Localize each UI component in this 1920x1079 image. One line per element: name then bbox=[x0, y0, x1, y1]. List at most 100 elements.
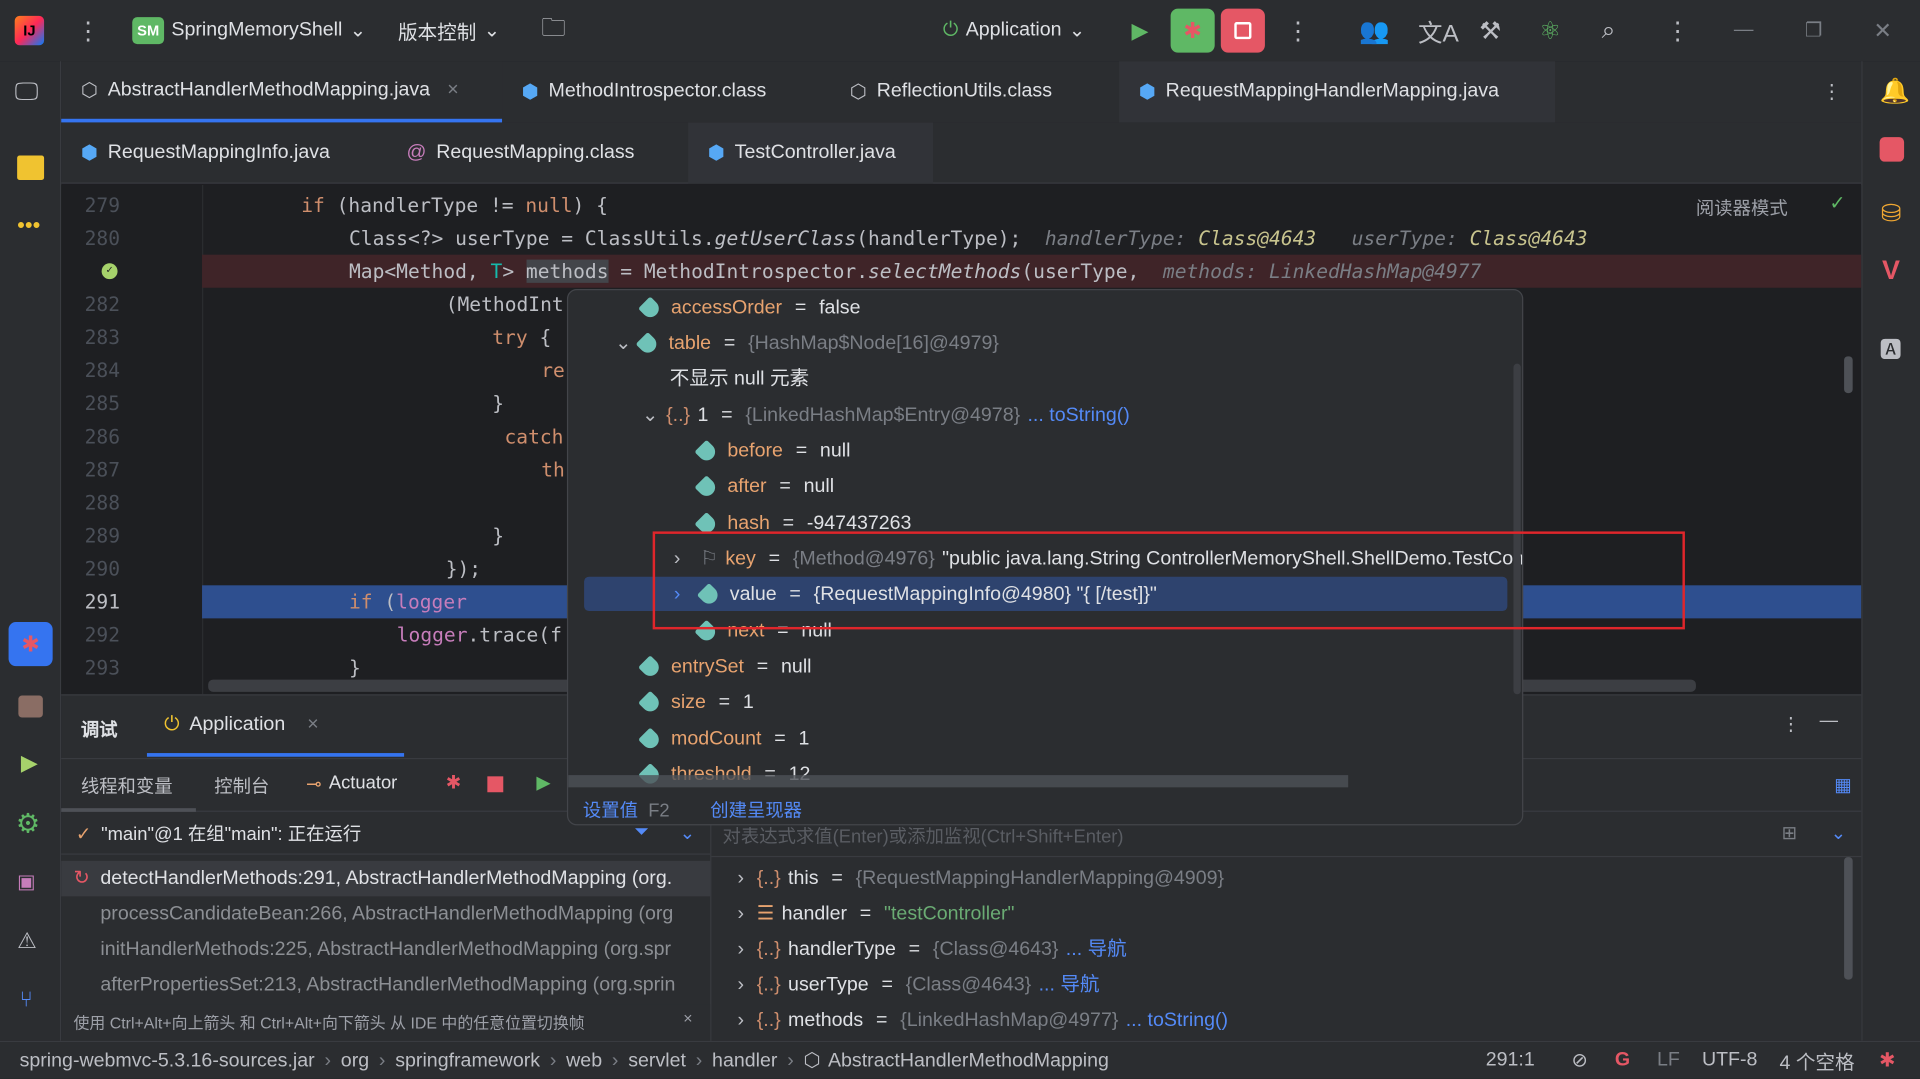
chevron-right-icon[interactable]: › bbox=[732, 967, 749, 1003]
more-actions-icon[interactable]: ⋮ bbox=[1286, 0, 1310, 61]
variable-row[interactable]: › {..} userType = {Class@4643} ... 导航 bbox=[732, 967, 1100, 1003]
main-menu-icon[interactable]: ⋮ bbox=[76, 0, 100, 61]
evaluate-expression-input[interactable]: 对表达式求值(Enter)或添加监视(Ctrl+Shift+Enter) bbox=[722, 823, 1123, 849]
close-tab-icon[interactable]: × bbox=[307, 713, 318, 735]
popup-row[interactable]: before = null bbox=[694, 433, 850, 469]
cursor-position[interactable]: 291:1 bbox=[1486, 1049, 1535, 1071]
add-watch-icon[interactable]: ⊞ bbox=[1782, 822, 1797, 844]
chevron-right-icon[interactable]: › bbox=[732, 861, 749, 897]
settings-menu-icon[interactable]: ⋮ bbox=[1665, 0, 1689, 61]
chevron-down-icon[interactable]: ⌄ bbox=[642, 398, 659, 434]
tab-actuator[interactable]: ⊸ Actuator bbox=[306, 773, 397, 795]
navigate-link[interactable]: ... 导航 bbox=[1039, 967, 1100, 1003]
close-window-button[interactable]: ✕ bbox=[1873, 0, 1891, 61]
stack-frame-current[interactable]: ↻ detectHandlerMethods:291, AbstractHandl… bbox=[61, 860, 711, 897]
rerun-debug-icon[interactable]: ✱ bbox=[446, 771, 461, 794]
popup-row[interactable]: modCount = 1 bbox=[638, 721, 809, 757]
popup-row[interactable]: size = 1 bbox=[638, 684, 754, 720]
stop-button[interactable] bbox=[1220, 8, 1265, 53]
hide-panel-icon[interactable]: — bbox=[1820, 710, 1838, 731]
vue-plugin-icon[interactable]: V bbox=[1882, 255, 1900, 287]
structure-icon[interactable] bbox=[17, 155, 45, 181]
project-selector[interactable]: SM SpringMemoryShell ⌄ bbox=[132, 0, 366, 61]
database-icon[interactable]: ⛁ bbox=[1881, 198, 1902, 229]
popup-row[interactable]: accessOrder = false bbox=[638, 290, 860, 326]
notifications-icon[interactable]: 🔔 bbox=[1880, 76, 1910, 107]
chevron-right-icon[interactable]: › bbox=[732, 1003, 749, 1039]
vcs-menu[interactable]: 版本控制 ⌄ bbox=[398, 0, 500, 61]
tab-request-mapping-handler-mapping[interactable]: ⬢ RequestMappingHandlerMapping.java bbox=[1119, 61, 1556, 123]
google-icon[interactable]: G bbox=[1615, 1049, 1630, 1071]
editor-vertical-scrollbar[interactable] bbox=[1844, 356, 1853, 394]
tab-threads-variables[interactable]: 线程和变量 bbox=[61, 758, 196, 812]
tostring-link[interactable]: ... toString() bbox=[1027, 398, 1129, 434]
tab-application-session[interactable]: ⏻ Application × bbox=[146, 696, 405, 757]
project-view-icon[interactable]: 🖵 bbox=[15, 78, 39, 106]
services-icon[interactable] bbox=[18, 695, 43, 718]
breadcrumb-item[interactable]: org bbox=[341, 1051, 369, 1072]
breadcrumb-item[interactable]: handler bbox=[712, 1051, 777, 1072]
stack-frame[interactable]: afterPropertiesSet:213, AbstractHandlerM… bbox=[61, 967, 710, 1003]
tools-icon[interactable]: ⚒ bbox=[1479, 0, 1501, 61]
tab-request-mapping-class[interactable]: @ RequestMapping.class bbox=[387, 122, 688, 183]
debug-button[interactable]: ✱ bbox=[1170, 8, 1215, 53]
event-log-icon[interactable]: ✱ bbox=[1879, 1048, 1895, 1072]
breadcrumb-item[interactable]: AbstractHandlerMethodMapping bbox=[828, 1051, 1109, 1072]
panel-options-icon[interactable]: ⋮ bbox=[1782, 713, 1800, 735]
chevron-down-icon[interactable]: ⌄ bbox=[1831, 822, 1846, 844]
debug-tool-icon[interactable]: ✱ bbox=[8, 622, 53, 667]
stop-icon[interactable] bbox=[487, 776, 504, 793]
tab-request-mapping-info[interactable]: ⬢ RequestMappingInfo.java bbox=[61, 122, 387, 183]
line-separator[interactable]: LF bbox=[1657, 1049, 1680, 1071]
tab-abstract-handler-method-mapping[interactable]: ⬡ AbstractHandlerMethodMapping.java × bbox=[61, 61, 503, 123]
search-icon[interactable]: ⌕ bbox=[1602, 0, 1616, 61]
tostring-link[interactable]: ... toString() bbox=[1126, 1003, 1228, 1039]
close-tab-icon[interactable]: × bbox=[447, 79, 458, 101]
variable-row[interactable]: › {..} this = {RequestMappingHandlerMappin… bbox=[732, 861, 1224, 897]
popup-row[interactable]: entrySet = null bbox=[638, 649, 812, 685]
tabs-more-icon[interactable]: ⋮ bbox=[1802, 61, 1861, 122]
navigate-link[interactable]: ... 导航 bbox=[1066, 932, 1127, 968]
resume-program-icon[interactable]: ▶ bbox=[536, 771, 550, 794]
variable-row[interactable]: › ☰ handler = "testController" bbox=[732, 896, 1015, 932]
popup-row[interactable]: ⌄ table = {HashMap$Node[16]@4979} bbox=[615, 326, 999, 362]
restore-button[interactable]: ❐ bbox=[1805, 0, 1823, 61]
collaboration-icon[interactable]: 👥 bbox=[1359, 0, 1389, 61]
popup-horizontal-scrollbar[interactable] bbox=[568, 775, 1349, 788]
breakpoint-verified-icon[interactable]: ✓ bbox=[101, 263, 118, 280]
settings-gear-icon[interactable]: ⚙ bbox=[16, 808, 40, 840]
run-tool-icon[interactable]: ▶ bbox=[21, 751, 38, 777]
variables-scrollbar[interactable] bbox=[1844, 857, 1853, 980]
popup-row[interactable]: after = null bbox=[694, 469, 834, 505]
stack-frame[interactable]: processCandidateBean:266, AbstractHandle… bbox=[61, 896, 710, 932]
breadcrumb-item[interactable]: spring-webmvc-5.3.16-sources.jar bbox=[20, 1051, 315, 1072]
git-branch-icon[interactable]: ⑂ bbox=[20, 987, 33, 1013]
tab-console[interactable]: 控制台 bbox=[214, 773, 269, 799]
tab-method-introspector[interactable]: ⬢ MethodIntrospector.class bbox=[502, 61, 830, 122]
set-value-action[interactable]: 设置值 F2 bbox=[583, 797, 670, 823]
font-view-icon[interactable]: 🅰 bbox=[1880, 333, 1902, 365]
layout-icon[interactable]: ▦ bbox=[1834, 774, 1851, 796]
close-hint-icon[interactable]: × bbox=[683, 1009, 692, 1027]
minimize-button[interactable]: — bbox=[1734, 0, 1754, 61]
folder-icon[interactable]: 🗀 bbox=[541, 0, 565, 61]
tab-reflection-utils[interactable]: ⬡ ReflectionUtils.class bbox=[830, 61, 1119, 122]
create-renderer-action[interactable]: 创建呈现器 bbox=[710, 797, 802, 823]
more-tools-icon[interactable]: ••• bbox=[17, 213, 40, 239]
run-config-selector[interactable]: ⏻ Application ⌄ bbox=[943, 0, 1085, 61]
breadcrumb-item[interactable]: web bbox=[566, 1051, 602, 1072]
ai-atom-icon[interactable]: ⚛ bbox=[1539, 0, 1561, 61]
chevron-down-icon[interactable]: ⌄ bbox=[615, 326, 632, 362]
stack-frame[interactable]: initHandlerMethods:225, AbstractHandlerM… bbox=[61, 932, 710, 968]
popup-row[interactable]: ⌄ {..} 1 = {LinkedHashMap$Entry@4978} ... t… bbox=[642, 398, 1130, 434]
breadcrumb-item[interactable]: springframework bbox=[395, 1051, 540, 1072]
breadcrumb-item[interactable]: servlet bbox=[628, 1051, 686, 1072]
chevron-right-icon[interactable]: › bbox=[732, 896, 749, 932]
translate-icon[interactable]: 文A bbox=[1418, 0, 1459, 61]
tab-test-controller[interactable]: ⬢ TestController.java bbox=[688, 122, 934, 184]
ai-assistant-icon[interactable] bbox=[1879, 137, 1905, 162]
no-highlight-icon[interactable]: ⊘ bbox=[1571, 1048, 1587, 1072]
popup-vertical-scrollbar[interactable] bbox=[1513, 363, 1521, 695]
variable-row[interactable]: › {..} handlerType = {Class@4643} ... 导航 bbox=[732, 932, 1127, 968]
chevron-right-icon[interactable]: › bbox=[732, 932, 749, 968]
